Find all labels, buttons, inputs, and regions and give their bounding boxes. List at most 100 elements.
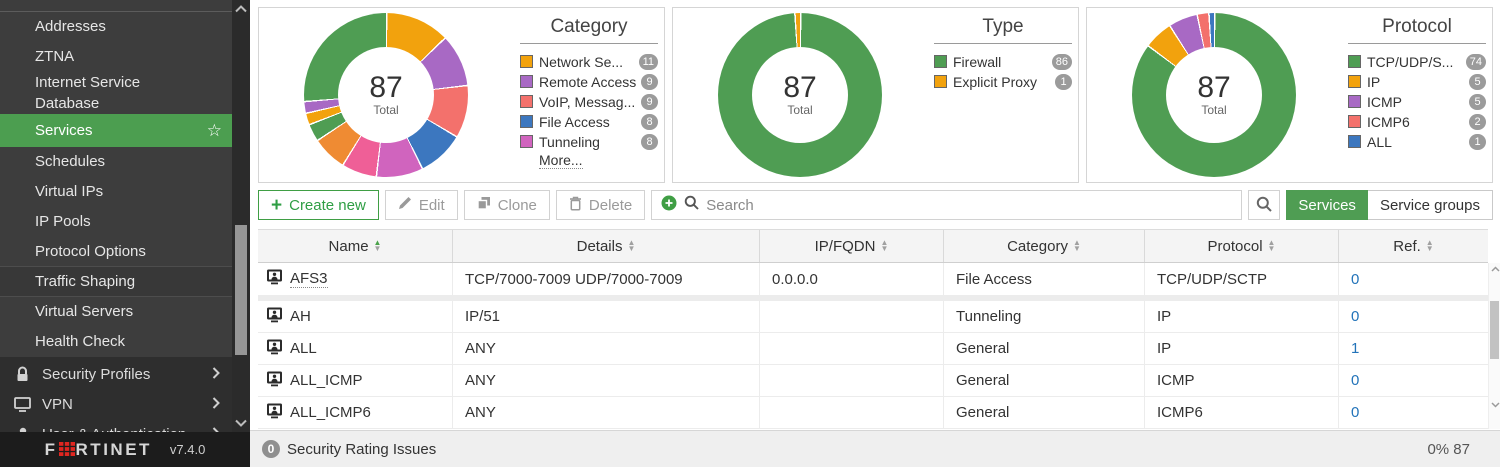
- delete-button[interactable]: Delete: [556, 190, 645, 220]
- legend-item[interactable]: Firewall 86: [934, 52, 1072, 71]
- sidebar-item-addresses[interactable]: Addresses: [0, 12, 232, 42]
- legend-label: Remote Access: [539, 74, 641, 90]
- sidebar-item-vpn[interactable]: VPN: [0, 389, 232, 419]
- scroll-progress-text: 0% 87: [1427, 441, 1470, 458]
- sidebar-scrollbar[interactable]: [232, 0, 250, 432]
- legend-item[interactable]: Remote Access 9: [520, 72, 658, 91]
- column-header-ip-fqdn[interactable]: IP/FQDN ▲▼: [760, 230, 944, 262]
- sidebar-item-virtual-ips[interactable]: Virtual IPs: [0, 177, 232, 207]
- sidebar: Addresses ZTNA Internet Service Database…: [0, 0, 250, 467]
- search-submit-button[interactable]: [1248, 190, 1280, 220]
- scroll-up-icon[interactable]: [1489, 263, 1500, 275]
- legend-label: Tunneling: [539, 134, 641, 150]
- brand-bar: F RTINET v7.4.0: [0, 432, 250, 467]
- sidebar-section-label: Security Profiles: [42, 366, 212, 383]
- add-filter-icon[interactable]: [661, 195, 677, 216]
- table-scrollbar[interactable]: [1488, 263, 1500, 429]
- service-ip-fqdn: [760, 301, 944, 332]
- sidebar-item-services[interactable]: Services ☆: [0, 114, 232, 147]
- edit-button[interactable]: Edit: [385, 190, 458, 220]
- sidebar-item-health-check[interactable]: Health Check: [0, 327, 232, 357]
- sidebar-item-internet-service-database[interactable]: Internet Service Database: [0, 72, 232, 114]
- sidebar-item-virtual-servers[interactable]: Virtual Servers: [0, 297, 232, 327]
- clone-button[interactable]: Clone: [464, 190, 550, 220]
- legend-item[interactable]: VoIP, Messag... 9: [520, 92, 658, 111]
- search-box[interactable]: [651, 190, 1242, 220]
- table-row[interactable]: ALL ANY General IP 1: [258, 333, 1488, 365]
- tab-service-groups[interactable]: Service groups: [1368, 190, 1493, 220]
- column-header-protocol[interactable]: Protocol ▲▼: [1145, 230, 1339, 262]
- count-badge: 1: [1469, 134, 1486, 150]
- legend-swatch: [520, 95, 533, 108]
- pencil-icon: [398, 196, 412, 214]
- column-header-name[interactable]: Name ▲▼: [258, 230, 453, 262]
- security-rating-issues-link[interactable]: Security Rating Issues: [287, 441, 436, 458]
- sort-icon: ▲▼: [374, 240, 382, 252]
- legend-item[interactable]: File Access 8: [520, 112, 658, 131]
- scrollbar-thumb[interactable]: [235, 225, 247, 355]
- scrollbar-thumb[interactable]: [1490, 301, 1499, 359]
- column-header-details[interactable]: Details ▲▼: [453, 230, 760, 262]
- favorite-star-icon[interactable]: ☆: [207, 114, 222, 147]
- legend-more-link[interactable]: More...: [539, 152, 583, 169]
- trash-icon: [569, 196, 582, 215]
- column-label: Category: [1007, 238, 1068, 255]
- sidebar-item-ip-pools[interactable]: IP Pools: [0, 207, 232, 237]
- ref-count-link[interactable]: 0: [1351, 308, 1359, 325]
- legend-swatch: [1348, 75, 1361, 88]
- sidebar-submenu: Addresses ZTNA Internet Service Database…: [0, 0, 232, 357]
- column-header-ref[interactable]: Ref. ▲▼: [1339, 230, 1488, 262]
- ref-count-link[interactable]: 1: [1351, 340, 1359, 357]
- sidebar-item-ztna[interactable]: ZTNA: [0, 42, 232, 72]
- legend-item[interactable]: TCP/UDP/S... 74: [1348, 52, 1486, 71]
- sidebar-item-schedules[interactable]: Schedules: [0, 147, 232, 177]
- table-row[interactable]: AH IP/51 Tunneling IP 0: [258, 301, 1488, 333]
- sort-icon: ▲▼: [1268, 240, 1276, 252]
- service-name: AFS3: [290, 270, 328, 288]
- ref-count-link[interactable]: 0: [1351, 404, 1359, 421]
- sidebar-item-security-profiles[interactable]: Security Profiles: [0, 359, 232, 389]
- create-new-button[interactable]: + Create new: [258, 190, 379, 220]
- legend-item[interactable]: Tunneling 8: [520, 132, 658, 151]
- type-donut-chart[interactable]: 87 Total: [718, 13, 882, 177]
- legend-item[interactable]: ICMP6 2: [1348, 112, 1486, 131]
- scroll-up-icon[interactable]: [234, 2, 248, 16]
- legend-label: File Access: [539, 114, 641, 130]
- table-header-row: Name ▲▼ Details ▲▼ IP/FQDN ▲▼ Category ▲…: [258, 229, 1488, 263]
- service-category: General: [944, 365, 1145, 396]
- legend-item[interactable]: ICMP 5: [1348, 92, 1486, 111]
- ref-count-link[interactable]: 0: [1351, 271, 1359, 288]
- table-row[interactable]: AFS3 TCP/7000-7009 UDP/7000-7009 0.0.0.0…: [258, 263, 1488, 296]
- count-badge: 5: [1469, 74, 1486, 90]
- search-input[interactable]: [706, 197, 1232, 214]
- service-category: Tunneling: [944, 301, 1145, 332]
- category-donut-chart[interactable]: 87 Total: [304, 13, 468, 177]
- legend-label: VoIP, Messag...: [539, 94, 641, 110]
- sidebar-item-traffic-shaping[interactable]: Traffic Shaping: [0, 267, 232, 297]
- tab-services[interactable]: Services: [1286, 190, 1368, 220]
- legend-item[interactable]: ALL 1: [1348, 132, 1486, 151]
- legend-item[interactable]: Explicit Proxy 1: [934, 72, 1072, 91]
- legend-label: ICMP: [1367, 94, 1469, 110]
- count-badge: 74: [1466, 54, 1486, 70]
- main-content: 87 Total Category Network Se... 11 Remot…: [250, 0, 1500, 467]
- edit-label: Edit: [419, 197, 445, 214]
- scroll-down-icon[interactable]: [234, 416, 248, 430]
- service-details: TCP/7000-7009 UDP/7000-7009: [453, 263, 760, 295]
- service-icon: [266, 371, 284, 391]
- legend-item[interactable]: Network Se... 11: [520, 52, 658, 71]
- legend-label: IP: [1367, 74, 1469, 90]
- table-row[interactable]: ALL_ICMP ANY General ICMP 0: [258, 365, 1488, 397]
- table-row[interactable]: ALL_ICMP6 ANY General ICMP6 0: [258, 397, 1488, 429]
- scroll-down-icon[interactable]: [1489, 399, 1500, 411]
- column-header-category[interactable]: Category ▲▼: [944, 230, 1145, 262]
- donut-center: 87 Total: [338, 47, 434, 143]
- ref-count-link[interactable]: 0: [1351, 372, 1359, 389]
- sidebar-item-protocol-options[interactable]: Protocol Options: [0, 237, 232, 267]
- service-icon: [266, 339, 284, 359]
- service-protocol: IP: [1145, 333, 1339, 364]
- protocol-donut-chart[interactable]: 87 Total: [1132, 13, 1296, 177]
- legend-item[interactable]: IP 5: [1348, 72, 1486, 91]
- legend-label: Firewall: [953, 54, 1052, 70]
- legend-swatch: [520, 55, 533, 68]
